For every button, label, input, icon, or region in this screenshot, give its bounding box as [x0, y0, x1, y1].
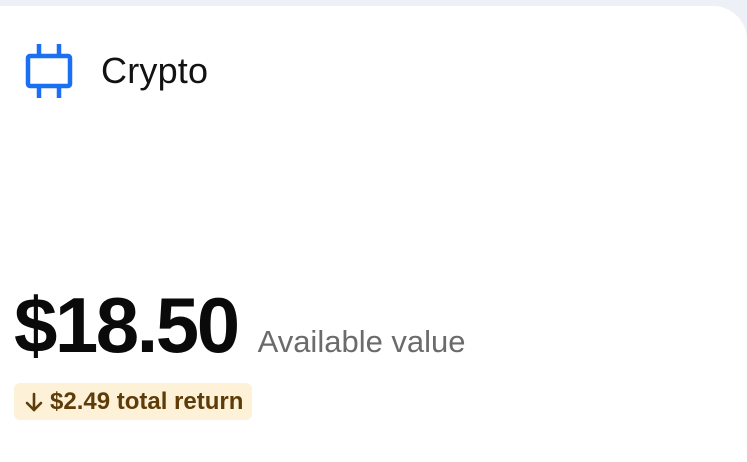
crypto-card[interactable]: Crypto $18.50 Available value $2.49 tota…	[0, 6, 747, 462]
balance-amount: $18.50	[14, 281, 240, 369]
total-return-text: $2.49 total return	[50, 387, 244, 415]
card-header: Crypto	[24, 40, 208, 102]
card-title: Crypto	[101, 50, 209, 91]
balance-row: $18.50 Available value	[14, 286, 466, 364]
crypto-chip-icon	[24, 40, 74, 102]
total-return-badge: $2.49 total return	[14, 383, 253, 420]
balance-label: Available value	[257, 324, 466, 359]
arrow-down-icon	[24, 390, 44, 414]
